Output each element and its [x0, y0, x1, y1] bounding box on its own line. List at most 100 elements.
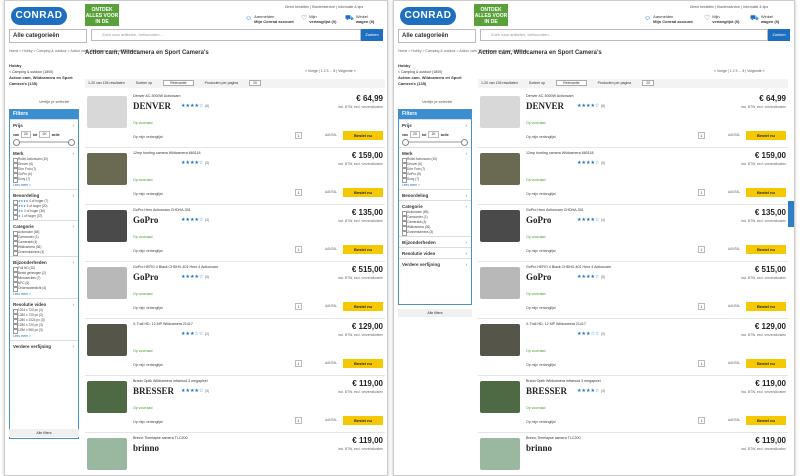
order-now-button[interactable]: Bestel nu	[746, 359, 786, 368]
product-name[interactable]: GoPro HERO 4 Black CHDHX-401 Hero 4 Acti…	[133, 265, 218, 269]
filter-more[interactable]: Verdere verfijning	[10, 340, 78, 351]
product-name[interactable]: X-Trail HD, 12 MP Wildcamera 21417	[133, 322, 193, 326]
top-links[interactable]: Direct bestellen | Klantenservice | Info…	[690, 5, 768, 9]
product-image[interactable]	[87, 210, 127, 242]
rating-stars[interactable]: ★★★★☆ (3)	[181, 160, 209, 166]
product-image[interactable]	[87, 96, 127, 128]
search-button[interactable]: Zoeken	[768, 29, 790, 41]
rating-stars[interactable]: ★★★★☆ (6)	[577, 103, 605, 109]
quantity-input[interactable]: 1	[295, 132, 302, 139]
all-filters-button[interactable]: Alle filters	[9, 429, 79, 437]
product-name[interactable]: Brinno Timelapse camera TLC200	[133, 436, 187, 440]
rating-option[interactable]: ★ 1 of hoger (37)	[13, 214, 75, 220]
product-name[interactable]: Denver AC-5000W Actioncam	[133, 94, 181, 98]
top-links[interactable]: Direct bestellen | Klantenservice | Info…	[285, 5, 363, 9]
order-now-button[interactable]: Bestel nu	[746, 188, 786, 197]
sort-select[interactable]: Relevantie	[556, 80, 587, 86]
product-name[interactable]: Braun Optik Wildcamera infrarood 3 megap…	[133, 379, 208, 383]
quantity-input[interactable]: 1	[295, 303, 302, 310]
category-option[interactable]: Zonnenkamera (3)	[13, 250, 75, 256]
rating-stars[interactable]: ★★★★☆ (4)	[577, 217, 605, 223]
account-link[interactable]: ☺ Aanmelden Mijn Conrad account	[245, 14, 294, 24]
cart-link[interactable]: ⛟ Winkel wagen (0)	[750, 14, 779, 24]
filter-price[interactable]: Prijs van20tot1Kactie	[399, 119, 471, 147]
brand-option[interactable]: Sony (7)	[402, 177, 468, 183]
per-page-select[interactable]: 20	[249, 80, 261, 86]
wishlist-link[interactable]: Op mijn verlanglijst	[133, 192, 163, 196]
order-now-button[interactable]: Bestel nu	[343, 131, 383, 140]
product-name[interactable]: Brinno Timelapse camera TLC200	[526, 436, 580, 440]
product-image[interactable]	[480, 381, 520, 413]
garden-promo-banner[interactable]: ONTDEK ALLES VOOR IN DETUIN	[474, 4, 508, 34]
rating-stars[interactable]: ★★★★☆ (3)	[577, 160, 605, 166]
filter-rating[interactable]: Beoordeling	[399, 189, 471, 200]
product-name[interactable]: 12mp hunting camera Wildcamera 660118	[133, 151, 200, 155]
product-name[interactable]: Braun Optik Wildcamera infrarood 3 megap…	[526, 379, 601, 383]
category-action-cam[interactable]: Action cam, Wildcamera en Sport Camera's …	[9, 75, 79, 87]
rating-stars[interactable]: ★★★★☆ (5)	[577, 274, 605, 280]
price-apply[interactable]: actie	[52, 133, 60, 137]
product-image[interactable]	[87, 381, 127, 413]
order-now-button[interactable]: Bestel nu	[746, 302, 786, 311]
product-image[interactable]	[480, 267, 520, 299]
rating-stars[interactable]: ★★★★☆ (3)	[577, 388, 605, 394]
wishlist-link[interactable]: Op mijn verlanglijst	[526, 306, 556, 310]
order-now-button[interactable]: Bestel nu	[343, 245, 383, 254]
product-name[interactable]: GoPro Hero Actioncam CHDHA-301	[133, 208, 191, 212]
product-image[interactable]	[480, 438, 520, 470]
brand-option[interactable]: Sony (7)	[13, 177, 75, 183]
wishlist-link[interactable]: Op mijn verlanglijst	[133, 420, 163, 424]
price-from-input[interactable]: 20	[410, 131, 420, 138]
category-action-cam[interactable]: Action cam, Wildcamera en Sport Camera's …	[398, 75, 468, 87]
feedback-tab[interactable]	[788, 201, 794, 227]
product-image[interactable]	[87, 267, 127, 299]
rating-stars[interactable]: ★★★★☆ (3)	[181, 388, 209, 394]
pagination[interactable]: « Vorige | 1 2 3 ... 8 | Volgende »	[714, 69, 765, 73]
brand-read-more[interactable]: Lees meer >	[402, 182, 468, 188]
price-from-input[interactable]: 20	[21, 131, 31, 138]
search-input[interactable]: Zoek naar artikelen, trefwoorden...	[480, 29, 768, 41]
price-slider[interactable]	[402, 139, 468, 146]
product-image[interactable]	[480, 96, 520, 128]
wishlist-link[interactable]: Op mijn verlanglijst	[526, 135, 556, 139]
wishlist-link[interactable]: Op mijn verlanglijst	[526, 249, 556, 253]
search-input[interactable]: Zoek naar artikelen, trefwoorden...	[91, 29, 361, 41]
quantity-input[interactable]: 1	[295, 360, 302, 367]
price-range-inputs[interactable]: van 20 tot 1K actie	[13, 131, 75, 138]
rating-stars[interactable]: ★★★★☆ (4)	[181, 217, 209, 223]
order-now-button[interactable]: Bestel nu	[343, 302, 383, 311]
search-button[interactable]: Zoeken	[361, 29, 383, 41]
product-name[interactable]: 12mp hunting camera Wildcamera 660118	[526, 151, 593, 155]
category-option[interactable]: Zonnenkamera (3)	[402, 230, 468, 236]
wishlist-link[interactable]: ♡ Mijn verlanglijst (0)	[704, 14, 739, 24]
all-categories-dropdown[interactable]: Alle categorieën	[398, 29, 476, 43]
quantity-input[interactable]: 1	[295, 417, 302, 424]
filter-price[interactable]: Prijs van20tot1Kactie	[10, 119, 78, 147]
rating-stars[interactable]: ★★★★☆ (5)	[181, 274, 209, 280]
order-now-button[interactable]: Bestel nu	[746, 416, 786, 425]
price-slider[interactable]	[13, 139, 75, 146]
quantity-input[interactable]: 1	[698, 246, 705, 253]
all-filters-button[interactable]: Alle filters	[398, 309, 472, 317]
conrad-logo[interactable]: CONRAD	[400, 7, 456, 25]
features-read-more[interactable]: Lees meer >	[13, 291, 75, 297]
product-name[interactable]: GoPro HERO 4 Black CHDHX-401 Hero 4 Acti…	[526, 265, 611, 269]
wishlist-link[interactable]: Op mijn verlanglijst	[526, 420, 556, 424]
wishlist-link[interactable]: Op mijn verlanglijst	[526, 363, 556, 367]
garden-promo-banner[interactable]: ONTDEK ALLES VOOR IN DETUIN	[85, 4, 119, 34]
price-to-input[interactable]: 1K	[39, 131, 50, 138]
quantity-input[interactable]: 1	[295, 246, 302, 253]
price-range-inputs[interactable]: van 20 tot 1K actie	[402, 131, 468, 138]
product-image[interactable]	[87, 153, 127, 185]
filter-category[interactable]: Categorie Actioncam (65) Camcorder (1) C…	[10, 220, 78, 256]
wishlist-link[interactable]: Op mijn verlanglijst	[133, 363, 163, 367]
price-apply[interactable]: actie	[441, 133, 449, 137]
filter-resolution[interactable]: Resolutie video	[399, 247, 471, 258]
filter-features[interactable]: Bijzonderheden Full HD (32) Beeld geheug…	[10, 256, 78, 298]
wishlist-link[interactable]: Op mijn verlanglijst	[133, 306, 163, 310]
sort-select[interactable]: Relevantie	[163, 80, 194, 86]
product-name[interactable]: X-Trail HD, 12 MP Wildcamera 21417	[526, 322, 586, 326]
pagination[interactable]: « Vorige | 1 2 3 ... 8 | Volgende »	[305, 69, 356, 73]
wishlist-link[interactable]: Op mijn verlanglijst	[133, 135, 163, 139]
rating-stars[interactable]: ★★★☆☆ (2)	[181, 331, 209, 337]
